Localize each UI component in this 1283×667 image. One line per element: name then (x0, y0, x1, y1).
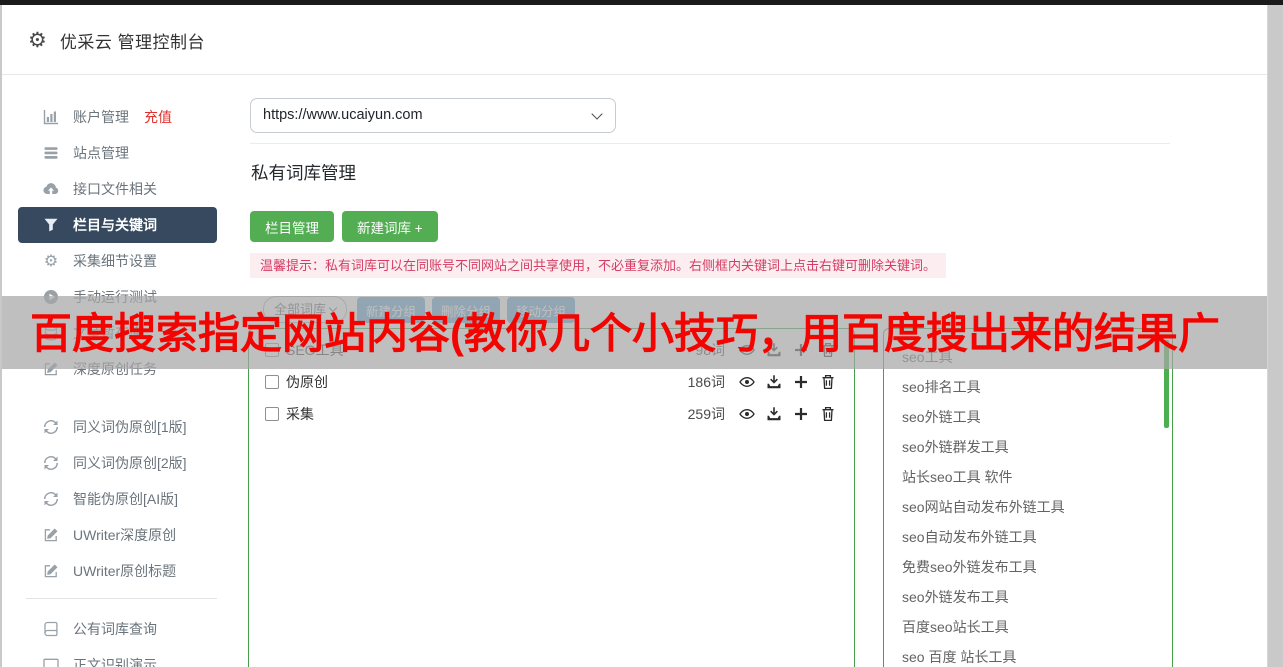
keyword-item[interactable]: seo 百度 站长工具 (884, 642, 1172, 667)
edit-icon (42, 563, 60, 580)
content-divider (250, 143, 1170, 144)
sidebar-item-label: 账户管理 (73, 109, 129, 125)
download-icon[interactable] (766, 406, 782, 422)
row-actions (739, 374, 836, 390)
cloud-upload-icon (42, 181, 60, 198)
app-window: ⚙ 优采云 管理控制台 账户管理 充值 站点管理 接口文件相关 栏目与关键词 ⚙… (2, 5, 1268, 667)
sidebar-divider (26, 598, 217, 599)
sidebar-item-synonym-v2[interactable]: 同义词伪原创[2版] (18, 445, 217, 481)
column-manage-button[interactable]: 栏目管理 (250, 211, 334, 242)
app-title: 优采云 管理控制台 (59, 32, 206, 52)
tip-banner: 温馨提示：私有词库可以在同账号不同网站之间共享使用，不必重复添加。右侧框内关键词… (250, 253, 947, 278)
sidebar-item-columns-keywords[interactable]: 栏目与关键词 (18, 207, 217, 243)
refresh-icon (42, 491, 60, 508)
keyword-item[interactable]: seo自动发布外链工具 (884, 522, 1172, 552)
eye-icon[interactable] (739, 374, 755, 390)
refresh-icon (42, 419, 60, 436)
recharge-link[interactable]: 充值 (144, 107, 172, 127)
sidebar-item-label: UWriter原创标题 (73, 563, 177, 579)
sidebar-item-label: UWriter深度原创 (73, 527, 177, 543)
sidebar-item-label: 正文识别演示 (73, 657, 157, 667)
sidebar-item-label: 栏目与关键词 (73, 217, 157, 233)
sidebar-item-label: 同义词伪原创[1版] (73, 419, 187, 435)
gear-icon: ⚙ (28, 28, 47, 52)
plus-icon[interactable] (793, 374, 809, 390)
app-header: ⚙ 优采云 管理控制台 (2, 5, 1267, 75)
chevron-down-icon (591, 108, 603, 120)
sidebar-item-ai-rewrite[interactable]: 智能伪原创[AI版] (18, 481, 217, 517)
sidebar-item-label: 站点管理 (73, 145, 129, 161)
row-actions (739, 406, 836, 422)
keyword-item[interactable]: seo外链群发工具 (884, 432, 1172, 462)
sidebar-item-account[interactable]: 账户管理 充值 (18, 99, 217, 135)
eye-icon[interactable] (739, 406, 755, 422)
sidebar-item-public-thesaurus[interactable]: 公有词库查询 (18, 611, 217, 647)
overlay-banner: 百度搜索指定网站内容(教你几个小技巧，用百度搜出来的结果广 (2, 296, 1267, 369)
site-list-icon (42, 145, 60, 162)
gears-icon: ⚙ (43, 253, 59, 270)
sidebar-item-collect-settings[interactable]: ⚙ 采集细节设置 (18, 243, 217, 279)
word-count: 259词 (687, 405, 725, 422)
brand: ⚙ 优采云 管理控制台 (28, 5, 205, 75)
keyword-item[interactable]: 百度seo站长工具 (884, 612, 1172, 642)
edit-icon (42, 527, 60, 544)
sidebar-item-label: 接口文件相关 (73, 181, 157, 197)
bar-chart-icon (42, 109, 60, 126)
sidebar-item-content-demo[interactable]: 正文识别演示 (18, 647, 217, 667)
trash-icon[interactable] (820, 374, 836, 390)
sidebar-item-label: 公有词库查询 (73, 621, 157, 637)
keywords-panel: seo工具 seo排名工具 seo外链工具 seo外链群发工具 站长seo工具 … (883, 328, 1173, 667)
thesaurus-name: 伪原创 (286, 373, 328, 390)
thesaurus-name: 采集 (286, 405, 314, 422)
sidebar-item-label: 智能伪原创[AI版] (73, 491, 179, 507)
plus-icon[interactable] (793, 406, 809, 422)
word-count: 186词 (687, 373, 725, 390)
sidebar-item-synonym-v1[interactable]: 同义词伪原创[1版] (18, 409, 217, 445)
keyword-item[interactable]: 免费seo外链发布工具 (884, 552, 1172, 582)
sidebar-item-uwriter-deep[interactable]: UWriter深度原创 (18, 517, 217, 553)
row-checkbox[interactable] (265, 374, 279, 389)
thesaurus-row[interactable]: 采集 259词 (265, 398, 836, 429)
keyword-item[interactable]: seo外链发布工具 (884, 582, 1172, 612)
book-icon (42, 621, 60, 638)
keyword-item[interactable]: seo外链工具 (884, 402, 1172, 432)
sidebar-item-label: 同义词伪原创[2版] (73, 455, 187, 471)
refresh-icon (42, 455, 60, 472)
sidebar-item-label: 采集细节设置 (73, 253, 157, 269)
download-icon[interactable] (766, 374, 782, 390)
funnel-icon (42, 217, 60, 234)
keyword-item[interactable]: 站长seo工具 软件 (884, 462, 1172, 492)
overlay-caption: 百度搜索指定网站内容(教你几个小技巧，用百度搜出来的结果广 (30, 310, 1220, 357)
sidebar-item-uwriter-title[interactable]: UWriter原创标题 (18, 553, 217, 589)
row-checkbox[interactable] (265, 406, 279, 421)
monitor-icon (42, 657, 60, 667)
new-thesaurus-button[interactable]: 新建词库 + (342, 211, 438, 242)
site-select-value: https://www.ucaiyun.com (263, 107, 423, 123)
keyword-item[interactable]: seo排名工具 (884, 372, 1172, 402)
sidebar-item-interface-files[interactable]: 接口文件相关 (18, 171, 217, 207)
page-title: 私有词库管理 (251, 163, 356, 183)
thesaurus-panel: SEO工具 98词 伪原创 186词 采集 259词 (248, 328, 855, 667)
site-select[interactable]: https://www.ucaiyun.com (250, 98, 616, 133)
trash-icon[interactable] (820, 406, 836, 422)
sidebar-item-sites[interactable]: 站点管理 (18, 135, 217, 171)
keyword-item[interactable]: seo网站自动发布外链工具 (884, 492, 1172, 522)
